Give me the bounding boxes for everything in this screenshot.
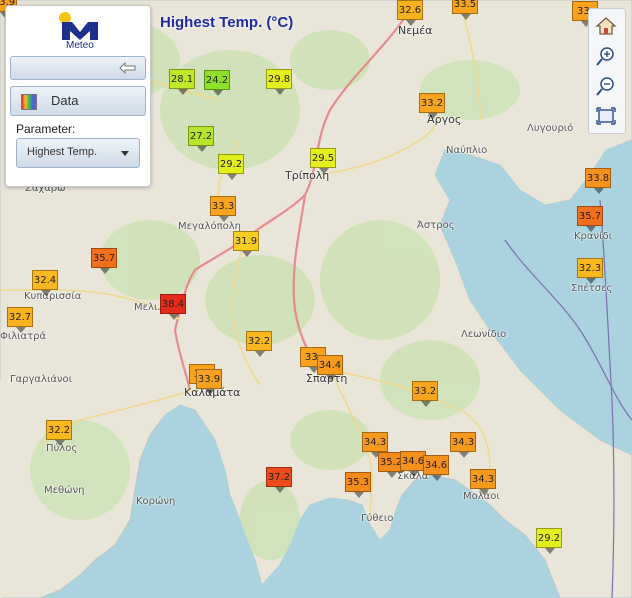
data-button[interactable]: Data <box>10 86 146 116</box>
station-marker[interactable]: 29.5 <box>310 148 336 174</box>
station-marker[interactable]: 35.7 <box>577 206 603 232</box>
station-marker[interactable]: 29.2 <box>536 528 562 554</box>
station-marker[interactable]: 32.7 <box>7 307 33 333</box>
full-extent-button[interactable] <box>593 103 619 129</box>
meteo-logo: Meteo <box>56 12 104 52</box>
home-icon <box>595 17 617 35</box>
place-gargalianoi: Γαργαλιάνοι <box>10 374 73 385</box>
station-marker[interactable]: 33.8 <box>585 168 611 194</box>
station-marker[interactable]: 29.2 <box>218 154 244 180</box>
station-marker[interactable]: 32.2 <box>46 420 72 446</box>
place-nafplio: Ναύπλιο <box>446 145 488 156</box>
station-marker[interactable]: 32.4 <box>32 270 58 296</box>
station-marker[interactable]: 32.2 <box>246 331 272 357</box>
station-marker[interactable]: 28.1 <box>169 69 195 95</box>
zoom-in-button[interactable] <box>593 43 619 69</box>
map-title: Highest Temp. (°C) <box>160 14 294 31</box>
place-kranidi: Κρανίδι <box>574 231 612 242</box>
data-button-label: Data <box>51 93 79 108</box>
palette-icon <box>21 94 37 110</box>
place-koroni: Κορώνη <box>136 496 176 507</box>
control-panel: Meteo Data Parameter: Highest Temp. <box>5 5 151 187</box>
station-marker[interactable]: 33.2 <box>419 93 445 119</box>
station-marker[interactable]: 32.3 <box>577 258 603 284</box>
station-marker[interactable]: 24.2 <box>204 70 230 96</box>
full-extent-icon <box>596 107 616 125</box>
chevron-down-icon <box>121 151 129 156</box>
station-marker[interactable]: 34.3 <box>362 432 388 458</box>
zoom-out-button[interactable] <box>593 73 619 99</box>
logo-text: Meteo <box>66 40 94 51</box>
parameter-label: Parameter: <box>16 122 76 136</box>
zoom-out-icon <box>596 77 614 96</box>
station-marker[interactable]: 29.8 <box>266 69 292 95</box>
place-gytheio: Γύθειο <box>361 513 394 524</box>
station-marker[interactable]: 34.3 <box>470 469 496 495</box>
hand-pointer-icon <box>119 60 137 79</box>
station-marker[interactable]: 34.6 <box>423 455 449 481</box>
station-marker[interactable]: 33.2 <box>412 381 438 407</box>
parameter-select-value: Highest Temp. <box>27 146 98 158</box>
station-marker[interactable]: 27.2 <box>188 126 214 152</box>
place-megalopoli: Μεγαλόπολη <box>178 221 241 232</box>
station-marker[interactable]: 34.4 <box>317 355 343 381</box>
place-spetses: Σπέτσες <box>571 283 613 294</box>
station-marker[interactable]: 38.4 <box>160 294 186 320</box>
zoom-in-icon <box>596 47 614 66</box>
station-marker[interactable]: 32.6 <box>397 0 423 26</box>
station-marker[interactable]: 31.9 <box>233 231 259 257</box>
place-leonidio: Λεωνίδιο <box>461 329 507 340</box>
map-toolbar <box>588 8 626 134</box>
station-marker[interactable]: 37.2 <box>266 467 292 493</box>
station-marker[interactable]: 35.7 <box>91 248 117 274</box>
place-lygourio: Λυγουριό <box>527 123 574 134</box>
home-button[interactable] <box>593 13 619 39</box>
parameter-select[interactable]: Highest Temp. <box>16 138 140 168</box>
place-astros: Άστρος <box>417 220 455 231</box>
station-marker[interactable]: 33.9 <box>196 369 222 395</box>
place-kyparissia: Κυπαρισσία <box>24 291 82 302</box>
station-marker[interactable]: 33.3 <box>210 196 236 222</box>
place-methoni: Μεθώνη <box>44 485 85 496</box>
collapse-panel-button[interactable] <box>10 56 146 80</box>
station-marker[interactable]: 35.3 <box>345 472 371 498</box>
station-marker[interactable]: 34.3 <box>450 432 476 458</box>
station-marker[interactable]: 33.5 <box>452 0 478 20</box>
